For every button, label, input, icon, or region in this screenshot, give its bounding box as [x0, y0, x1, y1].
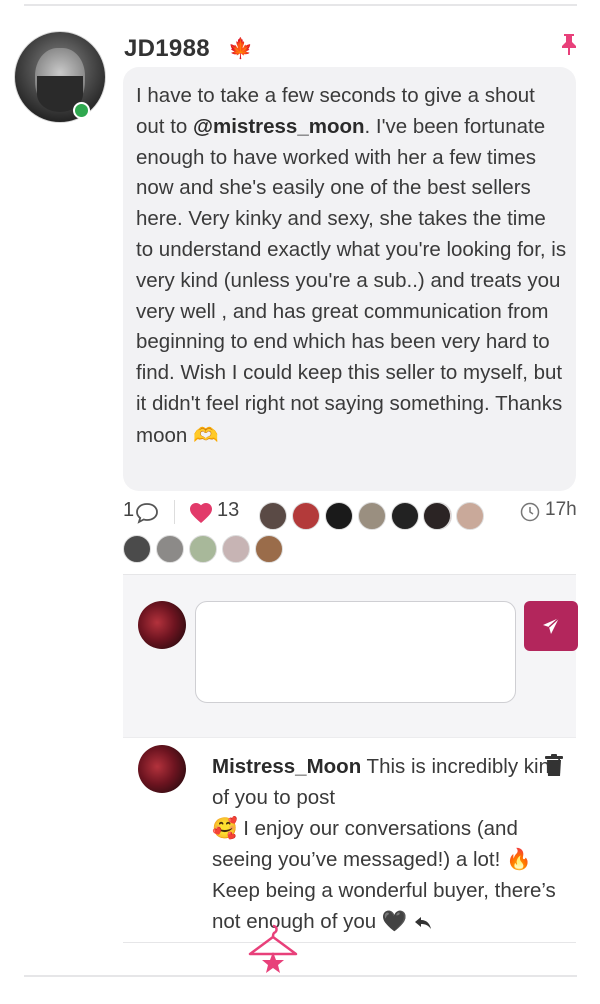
post-username[interactable]: JD1988 — [124, 35, 210, 63]
heart-hands-emoji: 🫶 — [192, 422, 219, 447]
liker-avatar[interactable] — [156, 535, 184, 563]
liker-avatar[interactable] — [358, 502, 386, 530]
bottom-divider — [24, 975, 577, 977]
post-text-rest: . I've been fortunate enough to have wor… — [136, 114, 567, 447]
liker-avatar[interactable] — [456, 502, 484, 530]
send-button[interactable] — [524, 601, 578, 651]
post-time: 17h — [545, 499, 577, 520]
mention-link[interactable]: @mistress_moon — [193, 115, 365, 138]
post-body: I have to take a few seconds to give a s… — [136, 81, 568, 452]
country-flag-icon: 🍁 — [228, 36, 253, 60]
clock-icon — [520, 502, 540, 522]
liker-avatar[interactable] — [123, 535, 151, 563]
reply-bottom-divider — [123, 942, 576, 943]
trash-icon[interactable] — [544, 753, 564, 777]
liker-avatar[interactable] — [292, 502, 320, 530]
smiling-hearts-emoji: 🥰 — [212, 816, 238, 840]
online-status-dot — [73, 102, 90, 119]
reply-divider — [123, 737, 576, 738]
liker-avatar[interactable] — [325, 502, 353, 530]
reply-arrow-icon[interactable] — [413, 915, 433, 931]
liker-avatar[interactable] — [391, 502, 419, 530]
comment-count[interactable]: 1 — [123, 499, 134, 522]
composer-avatar — [138, 601, 186, 649]
liker-avatar[interactable] — [222, 535, 250, 563]
black-heart-emoji: 🖤 — [381, 909, 408, 933]
liker-avatar[interactable] — [423, 502, 451, 530]
liker-avatar[interactable] — [189, 535, 217, 563]
hanger-logo-icon — [248, 924, 298, 973]
stats-divider — [174, 500, 175, 524]
top-divider — [24, 4, 577, 6]
comment-icon[interactable] — [134, 501, 160, 525]
reply-body: Mistress_Moon This is incredibly kind of… — [212, 751, 562, 937]
fire-emoji: 🔥 — [506, 847, 532, 871]
send-icon — [543, 617, 560, 634]
reply-author-avatar[interactable] — [138, 745, 186, 793]
user-avatar[interactable] — [14, 31, 106, 123]
like-count[interactable]: 13 — [217, 499, 239, 522]
reply-author-name[interactable]: Mistress_Moon — [212, 755, 361, 778]
liker-avatar[interactable] — [259, 502, 287, 530]
liker-avatar[interactable] — [255, 535, 283, 563]
heart-icon[interactable] — [189, 502, 213, 524]
pin-icon[interactable] — [558, 32, 580, 56]
reply-input[interactable] — [195, 601, 516, 703]
reply-text-2: I enjoy our conversations (and seeing yo… — [212, 817, 518, 871]
